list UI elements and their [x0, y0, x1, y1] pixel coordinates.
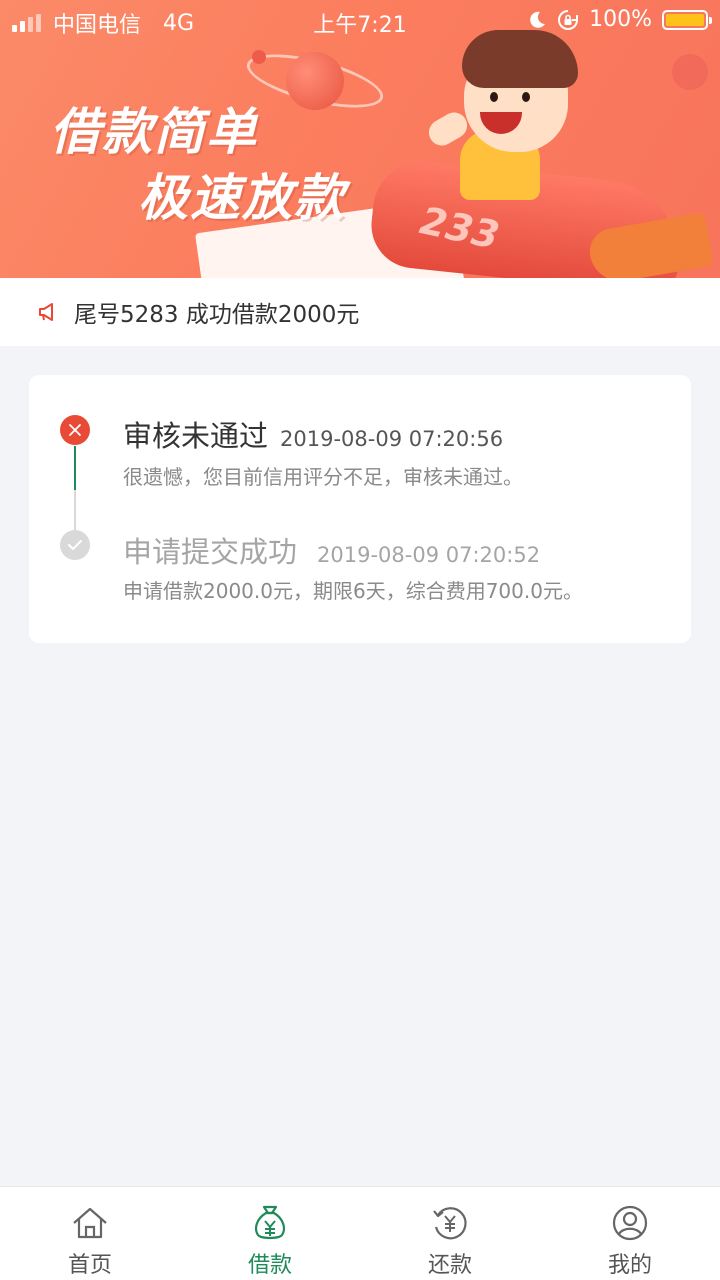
planet-decoration [286, 52, 344, 110]
repay-icon [433, 1207, 467, 1240]
tab-home[interactable]: 首页 [0, 1187, 180, 1280]
notice-text: 尾号5283 成功借款2000元 [74, 302, 360, 328]
step-title: 申请提交成功 [123, 535, 298, 569]
application-status-card: 审核未通过 2019-08-09 07:20:56 很遗憾，您目前信用评分不足，… [29, 375, 691, 643]
promo-banner[interactable]: 233 借款简单 极速放款 中国电信 4G 上午7:21 100% [0, 0, 720, 278]
boy-eye-illustration [490, 92, 498, 102]
tab-label: 还款 [427, 1253, 472, 1278]
step-title: 审核未通过 [123, 419, 269, 453]
megaphone-icon [39, 303, 53, 321]
battery-level [666, 13, 704, 26]
small-planet-decoration [252, 50, 266, 64]
step-description: 很遗憾，您目前信用评分不足，审核未通过。 [123, 465, 523, 489]
banner-slogan-line2: 极速放款 [138, 169, 346, 227]
close-icon [69, 424, 81, 436]
timeline-connector [74, 490, 76, 530]
step-time: 2019-08-09 07:20:56 [280, 427, 504, 451]
money-bag-icon [255, 1205, 285, 1240]
tab-label: 借款 [247, 1253, 292, 1278]
tab-label: 首页 [67, 1253, 112, 1278]
tab-repay[interactable]: 还款 [360, 1187, 540, 1280]
distant-planet-decoration [672, 54, 708, 90]
timeline-step-submitted: 申请提交成功 2019-08-09 07:20:52 [123, 529, 540, 571]
tab-profile[interactable]: 我的 [540, 1187, 720, 1280]
timeline-step-rejected: 审核未通过 2019-08-09 07:20:56 [123, 413, 503, 455]
tab-borrow[interactable]: 借款 [180, 1187, 360, 1280]
profile-icon [612, 1205, 648, 1241]
check-icon [68, 540, 82, 550]
rejected-status-icon [60, 415, 90, 445]
banner-slogan-line1: 借款简单 [50, 103, 258, 161]
notice-bar[interactable]: 尾号5283 成功借款2000元 [0, 278, 720, 346]
rotation-lock-icon [558, 9, 579, 30]
home-icon [73, 1207, 107, 1239]
boy-eye-illustration [522, 92, 530, 102]
battery-percent: 100% [589, 7, 652, 32]
step-description: 申请借款2000.0元，期限6天，综合费用700.0元。 [123, 579, 583, 603]
submitted-status-icon [60, 530, 90, 560]
battery-icon [662, 9, 712, 30]
step-time: 2019-08-09 07:20:52 [317, 543, 541, 567]
bottom-tab-bar: 首页 借款 还款 我的 [0, 1186, 720, 1280]
timeline-connector-active [74, 446, 76, 490]
status-bar: 中国电信 4G 上午7:21 100% [0, 0, 720, 40]
tab-label: 我的 [607, 1253, 652, 1278]
moon-icon [530, 11, 546, 28]
